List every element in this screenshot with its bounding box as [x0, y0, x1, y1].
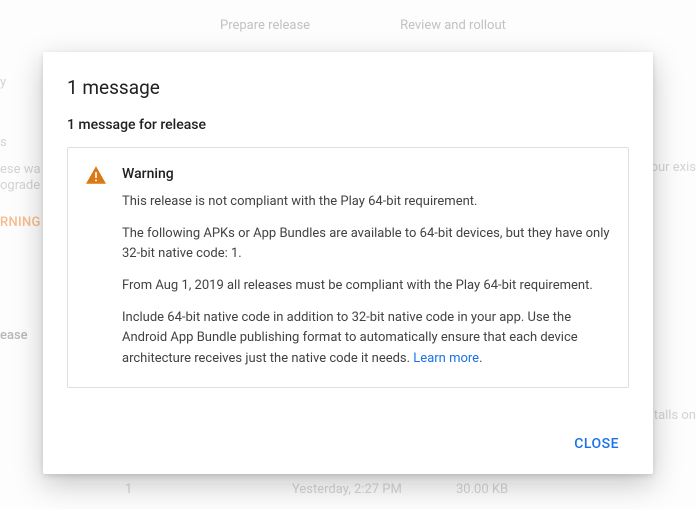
- messages-dialog: 1 message 1 message for release Warning …: [43, 52, 653, 474]
- warning-text: Include 64-bit native code in addition t…: [122, 310, 578, 365]
- learn-more-link[interactable]: Learn more: [413, 351, 479, 366]
- warning-paragraph: Include 64-bit native code in addition t…: [122, 308, 610, 368]
- warning-paragraph: From Aug 1, 2019 all releases must be co…: [122, 276, 610, 296]
- warning-icon: [86, 166, 106, 369]
- warning-paragraph: This release is not compliant with the P…: [122, 192, 610, 212]
- dialog-subtitle: 1 message for release: [67, 117, 629, 133]
- close-button[interactable]: Close: [564, 428, 629, 460]
- warning-body: Warning This release is not compliant wi…: [122, 164, 610, 369]
- dialog-title: 1 message: [67, 76, 629, 99]
- warning-text-period: .: [479, 351, 482, 366]
- warning-card: Warning This release is not compliant wi…: [67, 147, 629, 388]
- warning-paragraph: The following APKs or App Bundles are av…: [122, 224, 610, 264]
- dialog-actions: Close: [67, 428, 629, 460]
- warning-heading: Warning: [122, 164, 610, 186]
